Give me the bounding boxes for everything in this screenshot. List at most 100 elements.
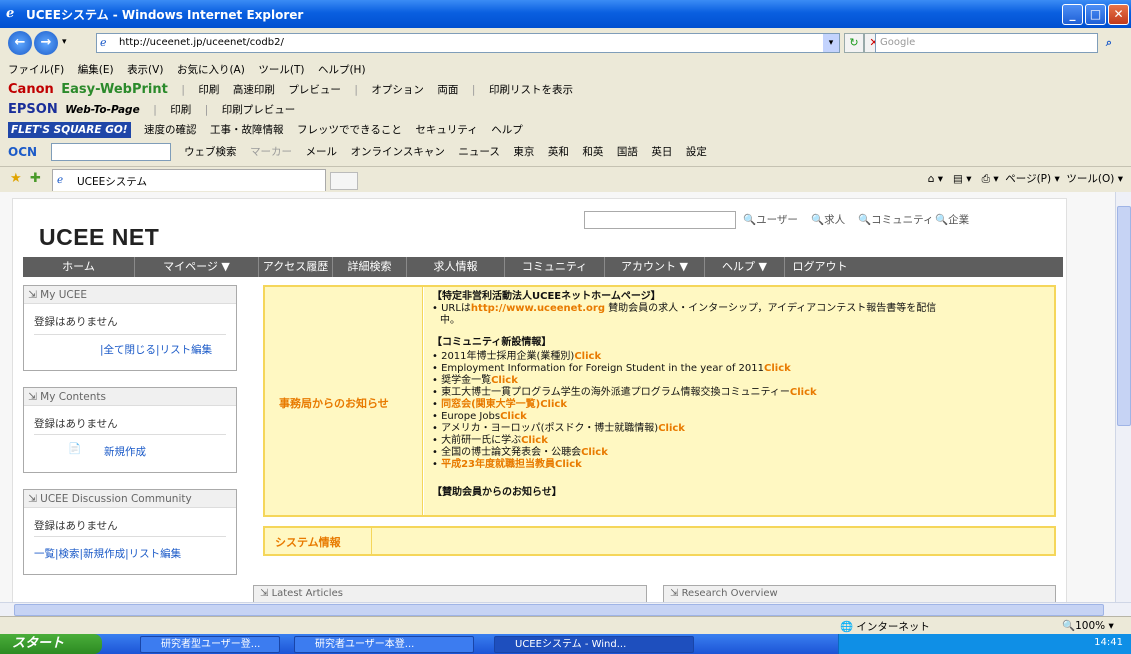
horizontal-scrollbar[interactable] bbox=[0, 602, 1131, 616]
menu-file[interactable]: ファイル(F) bbox=[8, 60, 64, 80]
menu-edit[interactable]: 編集(E) bbox=[78, 60, 114, 80]
search-input[interactable]: Google bbox=[875, 33, 1098, 53]
ocn-search-input[interactable] bbox=[50, 143, 171, 161]
notice-list-item: アメリカ・ヨーロッパ(ポスドク・博士就職情報)Click bbox=[432, 423, 685, 435]
canon-options-button[interactable]: オプション bbox=[371, 80, 424, 100]
nav-account[interactable]: アカウント ▼ bbox=[605, 257, 705, 277]
new-tab-button[interactable] bbox=[330, 172, 358, 190]
my-ucee-header: ⇲ My UCEE bbox=[24, 286, 236, 304]
title-bar: ℯ UCEEシステム - Windows Internet Explorer _… bbox=[0, 0, 1131, 28]
canon-print-button[interactable]: 印刷 bbox=[198, 80, 219, 100]
notice-click-link[interactable]: Click bbox=[521, 435, 548, 446]
history-dropdown-icon[interactable]: ▾ bbox=[62, 37, 67, 47]
notice-click-link[interactable]: Click bbox=[790, 387, 817, 398]
favorites-star-icon[interactable]: ★ bbox=[10, 171, 22, 186]
home-icon[interactable]: ⌂ ▾ bbox=[928, 173, 943, 185]
ocn-weather-button[interactable]: 東京 bbox=[513, 142, 534, 162]
nav-history[interactable]: アクセス履歴 bbox=[259, 257, 333, 277]
start-button[interactable]: スタート bbox=[0, 634, 102, 654]
add-favorite-icon[interactable]: ✚ bbox=[30, 171, 41, 186]
canon-fastprint-button[interactable]: 高速印刷 bbox=[233, 80, 275, 100]
zoom-level[interactable]: 🔍100% ▾ bbox=[1062, 619, 1114, 632]
canon-printlist-button[interactable]: 印刷リストを表示 bbox=[489, 80, 573, 100]
maximize-button[interactable]: □ bbox=[1085, 4, 1106, 25]
notice-click-link[interactable]: Click bbox=[540, 399, 567, 410]
flets-speed-button[interactable]: 速度の確認 bbox=[144, 120, 197, 140]
ocn-kokugo-button[interactable]: 国語 bbox=[617, 142, 638, 162]
flets-brand[interactable]: FLET'S SQUARE GO! bbox=[8, 122, 131, 138]
epson-print-button[interactable]: 印刷 bbox=[170, 100, 191, 120]
menu-favorites[interactable]: お気に入り(A) bbox=[177, 60, 245, 80]
canon-menu-button[interactable]: Easy-WebPrint bbox=[61, 80, 168, 100]
close-button[interactable]: ✕ bbox=[1108, 4, 1129, 25]
forward-button[interactable]: → bbox=[34, 31, 58, 55]
address-input[interactable]: ℯ http://uceenet.jp/uceenet/codb2/ ▾ bbox=[96, 33, 840, 53]
notice-panel: 事務局からのお知らせ 【特定非営利活動法人UCEEネットホームページ】URLはh… bbox=[263, 285, 1056, 517]
notice-click-link[interactable]: Click bbox=[581, 447, 608, 458]
menu-view[interactable]: 表示(V) bbox=[127, 60, 163, 80]
back-button[interactable]: ← bbox=[8, 31, 32, 55]
epson-preview-button[interactable]: 印刷プレビュー bbox=[222, 100, 296, 120]
tab-current[interactable]: ℯ UCEEシステム bbox=[52, 169, 326, 191]
flets-help-button[interactable]: ヘルプ bbox=[491, 120, 523, 140]
ocn-scan-button[interactable]: オンラインスキャン bbox=[351, 142, 445, 162]
notice-list-item: 同窓会(関東大学一覧)Click bbox=[432, 399, 567, 411]
notice-list-item: 大前研一氏に学ぶClick bbox=[432, 435, 548, 447]
feeds-icon[interactable]: ▤ ▾ bbox=[953, 173, 972, 185]
ocn-enjp-button[interactable]: 英日 bbox=[651, 142, 672, 162]
flets-maintenance-button[interactable]: 工事・故障情報 bbox=[210, 120, 284, 140]
discussion-links[interactable]: 一覧|検索|新規作成|リスト編集 bbox=[34, 546, 181, 561]
ocn-mail-button[interactable]: メール bbox=[306, 142, 338, 162]
ocn-brand[interactable]: OCN bbox=[8, 142, 37, 162]
print-icon[interactable]: ⎙ ▾ bbox=[982, 173, 999, 185]
my-ucee-links[interactable]: |全て閉じる|リスト編集 bbox=[100, 342, 212, 357]
ocn-settings-button[interactable]: 設定 bbox=[686, 142, 707, 162]
canon-preview-button[interactable]: プレビュー bbox=[288, 80, 341, 100]
ocn-websearch-button[interactable]: ウェブ検索 bbox=[184, 142, 237, 162]
notice-click-link[interactable]: Click bbox=[491, 375, 518, 386]
ocn-marker-button[interactable]: マーカー bbox=[250, 142, 292, 162]
vertical-scrollbar[interactable] bbox=[1115, 192, 1131, 612]
notice-click-link[interactable]: Click bbox=[764, 363, 791, 374]
epson-menu-button[interactable]: Web-To-Page bbox=[65, 100, 140, 120]
page-menu[interactable]: ページ(P) bbox=[1005, 173, 1051, 185]
site-logo[interactable]: UCEE NET bbox=[39, 224, 159, 251]
taskbar-item-3[interactable]: UCEEシステム - Wind... bbox=[494, 636, 694, 653]
flets-security-button[interactable]: セキュリティ bbox=[415, 120, 477, 140]
tools-menu[interactable]: ツール(O) bbox=[1066, 173, 1114, 185]
canon-duplex-button[interactable]: 両面 bbox=[437, 80, 458, 100]
flets-features-button[interactable]: フレッツでできること bbox=[297, 120, 402, 140]
taskbar-item-1[interactable]: 研究者型ユーザー登... bbox=[140, 636, 280, 653]
my-contents-empty: 登録はありません bbox=[34, 418, 118, 430]
menu-tools[interactable]: ツール(T) bbox=[258, 60, 304, 80]
nav-home[interactable]: ホーム bbox=[23, 257, 135, 277]
system-tray: 14:41 bbox=[838, 634, 1131, 654]
notice-click-link[interactable]: Click bbox=[555, 459, 582, 470]
nav-jobs[interactable]: 求人情報 bbox=[407, 257, 505, 277]
search-company-link[interactable]: 🔍企業 bbox=[935, 212, 969, 227]
taskbar-item-2[interactable]: 研究者ユーザー本登... bbox=[294, 636, 474, 653]
search-user-link[interactable]: 🔍ユーザー bbox=[743, 212, 798, 227]
search-community-link[interactable]: 🔍コミュニティ bbox=[858, 212, 933, 227]
notice-click-link[interactable]: Click bbox=[574, 351, 601, 362]
notice-url-link[interactable]: http://www.uceenet.org bbox=[471, 303, 605, 314]
address-dropdown-icon[interactable]: ▾ bbox=[823, 34, 839, 52]
nav-community[interactable]: コミュニティ bbox=[505, 257, 605, 277]
status-bar: 🌐 インターネット 🔍100% ▾ bbox=[0, 616, 1131, 634]
refresh-button[interactable]: ↻ bbox=[844, 33, 864, 53]
menu-help[interactable]: ヘルプ(H) bbox=[318, 60, 366, 80]
notice-click-link[interactable]: Click bbox=[658, 423, 685, 434]
nav-search[interactable]: 詳細検索 bbox=[333, 257, 407, 277]
notice-click-link[interactable]: Click bbox=[500, 411, 527, 422]
new-content-link[interactable]: 新規作成 bbox=[104, 444, 146, 459]
ocn-news-button[interactable]: ニュース bbox=[458, 142, 499, 162]
nav-help[interactable]: ヘルプ ▼ bbox=[705, 257, 785, 277]
search-jobs-link[interactable]: 🔍求人 bbox=[811, 212, 845, 227]
nav-logout[interactable]: ログアウト bbox=[785, 257, 855, 277]
ocn-jaen-button[interactable]: 和英 bbox=[582, 142, 603, 162]
minimize-button[interactable]: _ bbox=[1062, 4, 1083, 25]
ocn-enja-button[interactable]: 英和 bbox=[548, 142, 569, 162]
site-search-input[interactable] bbox=[584, 211, 736, 229]
search-icon[interactable]: ⌕ bbox=[1100, 33, 1118, 53]
nav-mypage[interactable]: マイページ ▼ bbox=[135, 257, 259, 277]
